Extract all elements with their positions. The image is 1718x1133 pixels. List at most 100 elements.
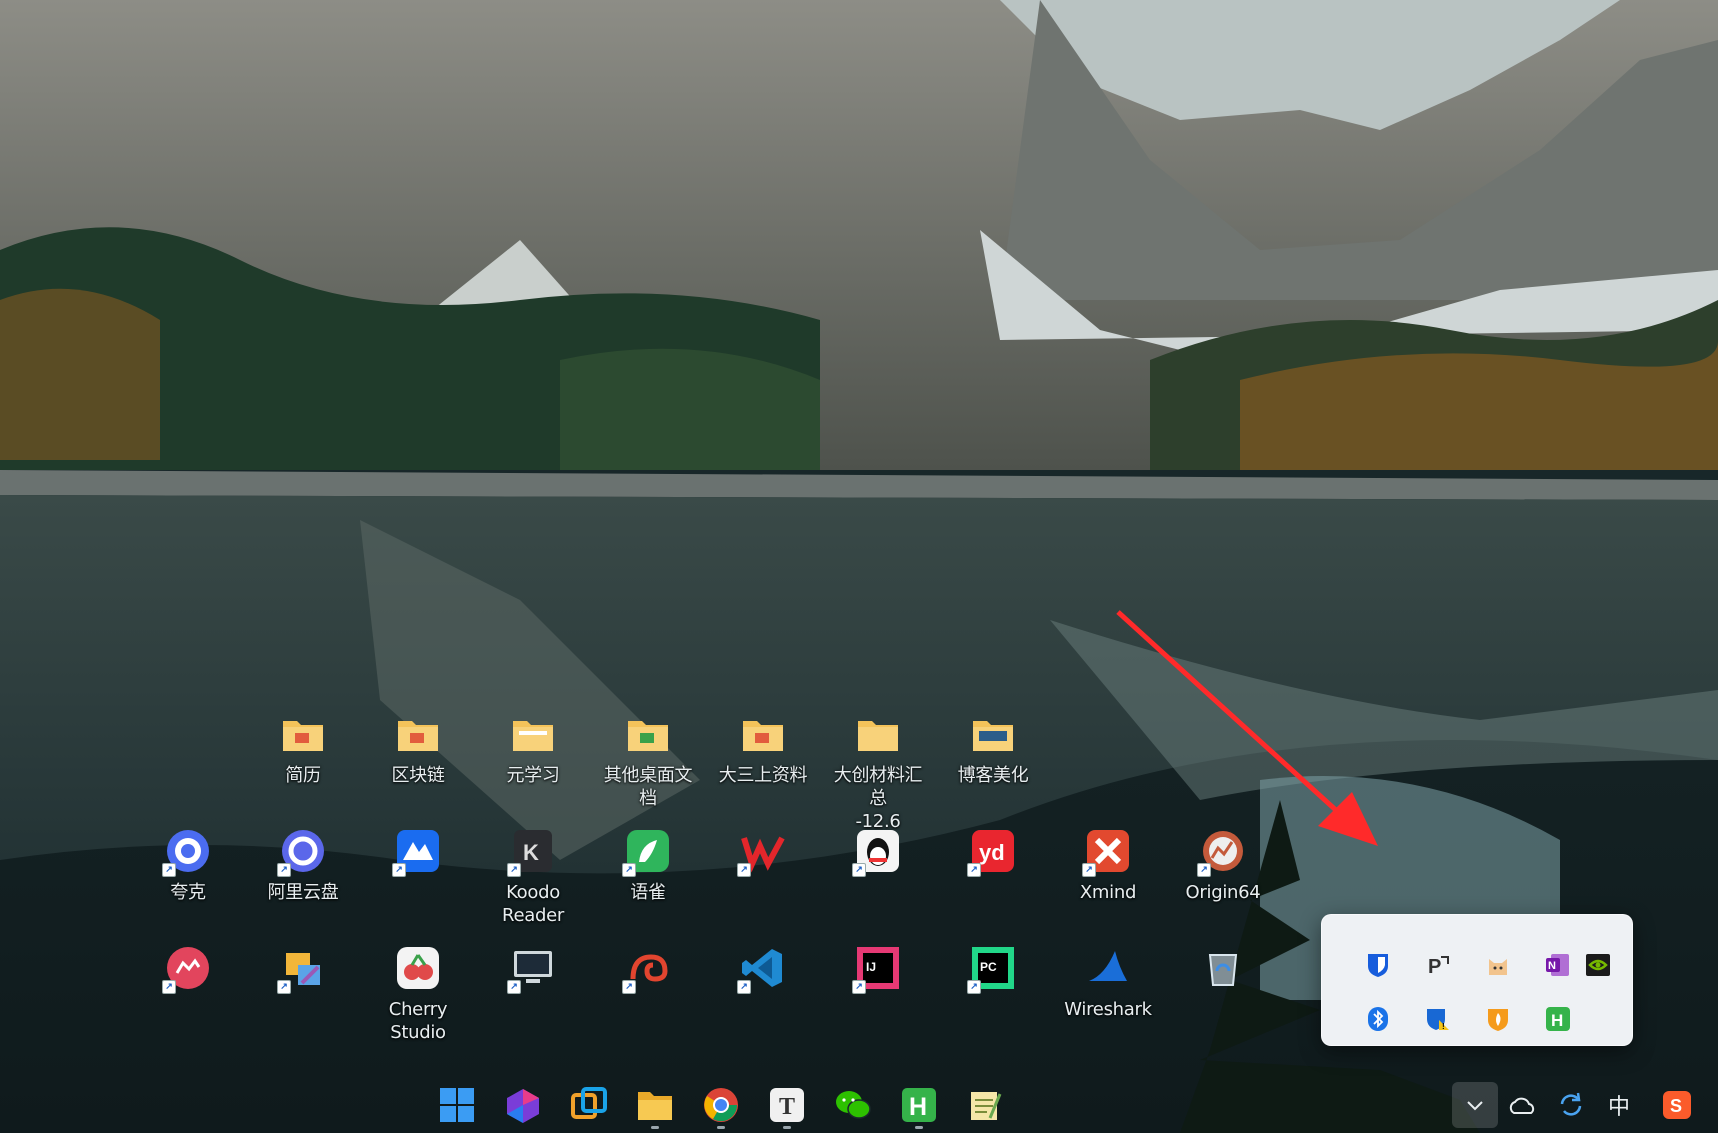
taskbar-typora[interactable]: T (764, 1082, 810, 1129)
desktop-app-snail[interactable]: ↗ (595, 944, 701, 998)
windows-security-icon[interactable]: ! (1418, 999, 1458, 1039)
shortcut-arrow-icon: ↗ (507, 863, 521, 877)
ime-label: 中 (1607, 1095, 1630, 1120)
shortcut-arrow-icon: ↗ (1082, 863, 1096, 877)
svg-text:yd: yd (979, 840, 1005, 865)
desktop-app-tools[interactable]: ↗ (250, 944, 356, 998)
tray-sogou[interactable]: S (1654, 1082, 1700, 1128)
folder-label: 区块链 (391, 765, 445, 786)
origin-icon: ↗ (1197, 827, 1247, 877)
taskbar-file-explorer[interactable] (632, 1082, 678, 1129)
wireshark-icon (1084, 944, 1132, 992)
folder-icon (509, 710, 557, 758)
chrome-icon (704, 1088, 738, 1122)
desktop-app-baidu-netdisk[interactable]: ↗ (365, 827, 471, 881)
file-explorer-icon (638, 1092, 672, 1120)
svg-text:PC: PC (980, 960, 997, 974)
shortcut-arrow-icon: ↗ (852, 863, 866, 877)
taskbar-remote-desktop[interactable] (566, 1082, 612, 1128)
app-label: Cherry Studio (388, 999, 448, 1043)
desktop-app-pycharm[interactable]: PC ↗ (940, 944, 1046, 998)
app-label: Xmind (1079, 882, 1137, 903)
desktop-app-this-pc[interactable]: ↗ (480, 944, 586, 998)
desktop-app-aliyun-drive[interactable]: ↗ 阿里云盘 (250, 827, 356, 904)
folder-label: 元学习 (506, 765, 560, 786)
running-indicator (915, 1126, 923, 1129)
chevron-down-icon (1467, 1101, 1483, 1111)
tray-onedrive[interactable] (1500, 1082, 1546, 1128)
shortcut-arrow-icon: ↗ (967, 863, 981, 877)
desktop-folder-meta-learning[interactable]: 元学习 (480, 710, 586, 787)
desktop-app-youdao[interactable]: yd ↗ (940, 827, 1046, 881)
desktop-app-wps[interactable]: ↗ (710, 827, 816, 881)
desktop-app-origin[interactable]: ↗ Origin64 (1170, 827, 1276, 904)
shortcut-arrow-icon: ↗ (737, 980, 751, 994)
shortcut-arrow-icon: ↗ (737, 863, 751, 877)
start-button[interactable] (434, 1082, 480, 1128)
folder-label: 博客美化 (957, 765, 1029, 786)
quark-icon: ↗ (162, 827, 212, 877)
bluetooth-icon[interactable] (1358, 999, 1398, 1039)
recycle-bin-icon (1199, 944, 1247, 992)
desktop-app-quark[interactable]: ↗ 夸克 (135, 827, 241, 904)
taskbar-chrome[interactable] (698, 1082, 744, 1129)
desktop-folder-junior-materials[interactable]: 大三上资料 (710, 710, 816, 787)
desktop-app-yuque[interactable]: ↗ 语雀 (595, 827, 701, 904)
desktop-app-screen-record[interactable]: ↗ (135, 944, 241, 998)
this-pc-icon: ↗ (507, 944, 557, 994)
shortcut-arrow-icon: ↗ (622, 980, 636, 994)
huorong-icon[interactable] (1478, 999, 1518, 1039)
app-label: 阿里云盘 (267, 882, 339, 903)
shortcut-arrow-icon: ↗ (1197, 863, 1211, 877)
desktop-app-koodo-reader[interactable]: K ↗ Koodo Reader (480, 827, 586, 927)
folder-icon (279, 710, 327, 758)
cat-icon[interactable] (1478, 945, 1518, 985)
running-indicator (783, 1126, 791, 1129)
taskbar: T H 中 S (0, 1076, 1718, 1133)
folder-icon (854, 710, 902, 758)
app-label: Origin64 (1185, 882, 1261, 903)
tray-overflow-flyout: P N ! H (1321, 914, 1633, 1046)
svg-text:!: ! (1442, 1022, 1445, 1031)
taskbar-notepad[interactable] (962, 1082, 1008, 1128)
yuque-icon: ↗ (622, 827, 672, 877)
desktop-folder-other-docs[interactable]: 其他桌面文档 (595, 710, 701, 810)
tools-icon: ↗ (277, 944, 327, 994)
running-indicator (717, 1126, 725, 1129)
h-app-icon: H (902, 1088, 936, 1122)
onedrive-icon (1509, 1097, 1535, 1114)
desktop-app-vscode[interactable]: ↗ (710, 944, 816, 998)
shortcut-arrow-icon: ↗ (162, 980, 176, 994)
bitwarden-icon[interactable] (1358, 945, 1398, 985)
tray-overflow-button[interactable] (1452, 1082, 1498, 1128)
svg-text:K: K (523, 840, 539, 865)
taskbar-visual-studio[interactable] (500, 1082, 546, 1128)
tray-ime-indicator[interactable]: 中 (1596, 1082, 1642, 1128)
desktop-app-wireshark[interactable]: Wireshark (1055, 944, 1161, 1021)
tray-sync[interactable] (1548, 1082, 1594, 1128)
desktop-app-cherry-studio[interactable]: Cherry Studio (365, 944, 471, 1044)
svg-text:N: N (1548, 960, 1556, 972)
taskbar-h-app[interactable]: H (896, 1082, 942, 1129)
onenote-icon[interactable]: N (1538, 945, 1578, 985)
taskbar-wechat[interactable] (830, 1082, 876, 1128)
desktop-app-intellij[interactable]: IJ ↗ (825, 944, 931, 998)
app-label: Wireshark (1064, 999, 1152, 1020)
desktop-app-qq[interactable]: ↗ (825, 827, 931, 881)
youdao-icon: yd ↗ (967, 827, 1017, 877)
pp-icon[interactable]: P (1418, 945, 1458, 985)
wps-icon: ↗ (737, 827, 787, 877)
nvidia-icon[interactable] (1578, 945, 1618, 985)
desktop-folder-innovation-summary[interactable]: 大创材料汇总 -12.6 (825, 710, 931, 833)
desktop-folder-jianli[interactable]: 简历 (250, 710, 356, 787)
shortcut-arrow-icon: ↗ (852, 980, 866, 994)
desktop-folder-blockchain[interactable]: 区块链 (365, 710, 471, 787)
vscode-icon: ↗ (737, 944, 787, 994)
xmind-icon: ↗ (1082, 827, 1132, 877)
desktop-folder-blog-beautify[interactable]: 博客美化 (940, 710, 1046, 787)
h-green-icon[interactable]: H (1538, 999, 1578, 1039)
desktop-app-xmind[interactable]: ↗ Xmind (1055, 827, 1161, 904)
desktop-recycle-bin[interactable] (1170, 944, 1276, 998)
svg-text:H: H (909, 1093, 927, 1121)
aliyun-drive-icon: ↗ (277, 827, 327, 877)
